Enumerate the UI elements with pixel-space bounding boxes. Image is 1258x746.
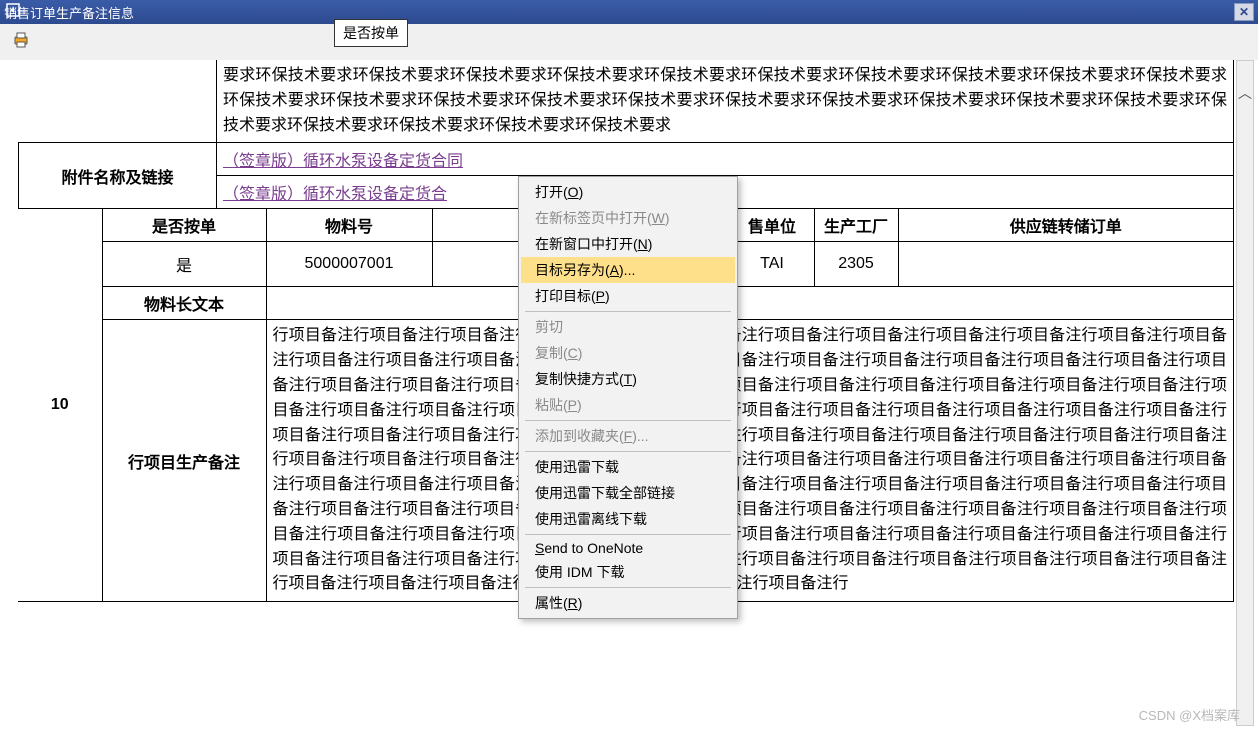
attachment-link-2[interactable]: （签章版）循环水泵设备定货合: [223, 186, 447, 203]
tech-requirements-text: 要求环保技术要求环保技术要求环保技术要求环保技术要求环保技术要求环保技术要求环保…: [217, 60, 1234, 143]
col-supply: 供应链转储订单: [898, 209, 1234, 242]
ctx-xunlei-offline[interactable]: 使用迅雷离线下载: [521, 506, 735, 532]
watermark-text: CSDN @X档案库: [1139, 705, 1240, 724]
window-title: 销售订单生产备注信息: [4, 3, 134, 22]
row-note-header: 行项目生产备注: [102, 320, 266, 602]
val-plant: 2305: [814, 242, 898, 287]
ctx-separator: [525, 311, 731, 312]
window-titlebar: 销售订单生产备注信息 ✕: [0, 0, 1258, 24]
ctx-save-target-as[interactable]: 目标另存为(A)...: [521, 257, 735, 283]
ctx-xunlei-download-all[interactable]: 使用迅雷下载全部链接: [521, 480, 735, 506]
close-icon: ✕: [1239, 5, 1249, 19]
matlongtext-value: [266, 287, 1234, 320]
ctx-open-new-window[interactable]: 在新窗口中打开(N): [521, 231, 735, 257]
val-matno: 5000007001: [266, 242, 432, 287]
print-button[interactable]: [8, 27, 34, 58]
ctx-properties[interactable]: 属性(R): [521, 590, 735, 616]
ctx-paste: 粘贴(P): [521, 392, 735, 418]
val-unit: TAI: [730, 242, 814, 287]
ctx-separator: [525, 534, 731, 535]
ctx-open-new-tab: 在新标签页中打开(W): [521, 205, 735, 231]
scroll-up-arrow[interactable]: ︿: [1237, 83, 1253, 103]
val-supply: [898, 242, 1234, 287]
ctx-idm-download[interactable]: 使用 IDM 下载: [521, 559, 735, 585]
ctx-xunlei-download[interactable]: 使用迅雷下载: [521, 454, 735, 480]
printer-icon: [12, 31, 30, 49]
ctx-open[interactable]: 打开(O): [521, 179, 735, 205]
ctx-send-to-onenote[interactable]: Send to OneNote: [521, 537, 735, 559]
col-plant: 生产工厂: [814, 209, 898, 242]
val-anjian: 是: [102, 242, 266, 287]
ctx-cut: 剪切: [521, 314, 735, 340]
attachment-link-1[interactable]: （签章版）循环水泵设备定货合同: [223, 153, 463, 170]
col-unit: 售单位: [730, 209, 814, 242]
row-index: 10: [18, 209, 102, 602]
matlongtext-header: 物料长文本: [102, 287, 266, 320]
ctx-separator: [525, 587, 731, 588]
ctx-separator: [525, 420, 731, 421]
context-menu: 打开(O) 在新标签页中打开(W) 在新窗口中打开(N) 目标另存为(A)...…: [518, 176, 738, 619]
ctx-copy: 复制(C): [521, 340, 735, 366]
col-anjian: 是否按单: [102, 209, 266, 242]
toolbar: [0, 24, 1258, 60]
ctx-separator: [525, 451, 731, 452]
ctx-copy-shortcut[interactable]: 复制快捷方式(T): [521, 366, 735, 392]
attachment-header: 附件名称及链接: [19, 143, 217, 209]
row-note-text: 行项目备注行项目备注行项目备注行项目备注行项目备注行项目备注行项目备注行项目备注…: [266, 320, 1234, 602]
close-button[interactable]: ✕: [1234, 3, 1254, 21]
app-icon: [6, 3, 20, 17]
ctx-print-target[interactable]: 打印目标(P): [521, 283, 735, 309]
tooltip: 是否按单: [334, 19, 408, 47]
vertical-scrollbar[interactable]: ︿: [1236, 60, 1254, 726]
ctx-add-to-favorites: 添加到收藏夹(F)...: [521, 423, 735, 449]
col-matno: 物料号: [266, 209, 432, 242]
